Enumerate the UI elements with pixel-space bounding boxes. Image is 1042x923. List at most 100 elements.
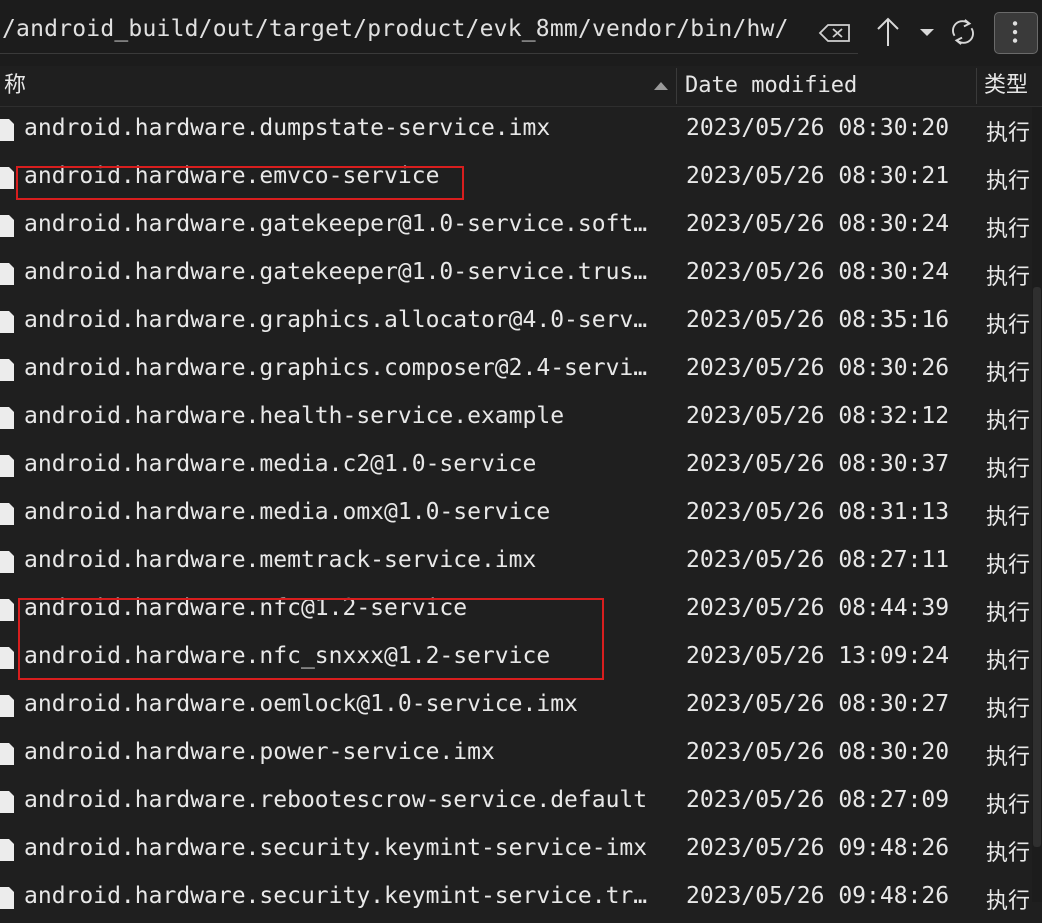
file-icon [0,599,14,621]
file-date: 2023/05/26 08:44:39 [686,595,950,621]
backspace-icon[interactable] [818,22,852,44]
file-date: 2023/05/26 08:30:21 [686,163,950,189]
file-name: android.hardware.graphics.composer@2.4-s… [24,355,648,381]
file-type: 执行 [986,217,1031,242]
file-type: 执行 [986,601,1031,626]
sort-ascending-icon [654,82,668,90]
file-icon [0,359,14,381]
file-name: android.hardware.media.c2@1.0-service [24,451,537,477]
file-date: 2023/05/26 13:09:24 [686,643,950,669]
file-icon [0,119,14,141]
column-separator[interactable] [976,68,977,104]
location-path[interactable]: /android_build/out/target/product/evk_8m… [2,16,789,42]
file-row[interactable]: android.hardware.security.keymint-servic… [0,827,1032,875]
file-date: 2023/05/26 09:48:26 [686,883,950,909]
file-type: 执行 [986,841,1031,866]
file-type: 执行 [986,409,1031,434]
file-date: 2023/05/26 08:30:20 [686,739,950,765]
column-separator[interactable] [676,68,677,104]
file-date: 2023/05/26 08:30:37 [686,451,950,477]
file-date: 2023/05/26 08:30:27 [686,691,950,717]
more-options-button[interactable] [994,12,1038,54]
file-row[interactable]: android.hardware.gatekeeper@1.0-service.… [0,251,1032,299]
file-type: 执行 [986,265,1031,290]
file-icon [0,647,14,669]
file-name: android.hardware.gatekeeper@1.0-service.… [24,211,648,237]
file-date: 2023/05/26 08:27:11 [686,547,950,573]
column-header: 称 Date modified 类型 [0,66,1042,107]
file-date: 2023/05/26 08:31:13 [686,499,950,525]
file-row[interactable]: android.hardware.dumpstate-service.imx 2… [0,107,1032,155]
file-name: android.hardware.dumpstate-service.imx [24,115,551,141]
file-icon [0,167,14,189]
file-icon [0,791,14,813]
file-icon [0,743,14,765]
column-name[interactable]: 称 [4,66,26,106]
file-date: 2023/05/26 08:30:24 [686,259,950,285]
file-icon [0,311,14,333]
file-row[interactable]: android.hardware.graphics.composer@2.4-s… [0,347,1032,395]
location-bar[interactable]: /android_build/out/target/product/evk_8m… [0,10,858,54]
file-type: 执行 [986,313,1031,338]
file-name: android.hardware.rebootescrow-service.de… [24,787,648,813]
vertical-scrollbar[interactable] [1032,107,1042,902]
file-row[interactable]: android.hardware.health-service.example … [0,395,1032,443]
file-date: 2023/05/26 08:27:09 [686,787,950,813]
highlight-box-emvco [16,166,464,200]
file-icon [0,887,14,909]
refresh-icon[interactable] [948,14,978,50]
up-arrow-icon[interactable] [873,14,903,50]
file-row[interactable]: android.hardware.media.omx@1.0-service 2… [0,491,1032,539]
file-name: android.hardware.memtrack-service.imx [24,547,537,573]
file-icon [0,455,14,477]
file-icon [0,407,14,429]
file-type: 执行 [986,121,1031,146]
file-date: 2023/05/26 08:35:16 [686,307,950,333]
file-name: android.hardware.gatekeeper@1.0-service.… [24,259,648,285]
file-type: 执行 [986,553,1031,578]
chevron-down-icon[interactable] [912,14,942,50]
file-type: 执行 [986,745,1031,770]
highlight-box-nfc [18,598,604,680]
file-icon [0,695,14,717]
file-type: 执行 [986,505,1031,530]
file-name: android.hardware.health-service.example [24,403,565,429]
file-icon [0,839,14,861]
more-vertical-icon [1012,21,1018,43]
file-date: 2023/05/26 08:30:24 [686,211,950,237]
column-type[interactable]: 类型 [984,66,1028,106]
file-date: 2023/05/26 09:48:26 [686,835,950,861]
file-type: 执行 [986,169,1031,194]
file-icon [0,503,14,525]
file-date: 2023/05/26 08:32:12 [686,403,950,429]
file-row[interactable]: android.hardware.graphics.allocator@4.0-… [0,299,1032,347]
file-date: 2023/05/26 08:30:20 [686,115,950,141]
file-name: android.hardware.media.omx@1.0-service [24,499,551,525]
file-row[interactable]: android.hardware.gatekeeper@1.0-service.… [0,203,1032,251]
file-row[interactable]: android.hardware.security.keymint-servic… [0,875,1032,923]
toolbar: /android_build/out/target/product/evk_8m… [0,0,1042,66]
file-row[interactable]: android.hardware.memtrack-service.imx 20… [0,539,1032,587]
file-icon [0,551,14,573]
file-type: 执行 [986,697,1031,722]
file-type: 执行 [986,649,1031,674]
column-date-modified[interactable]: Date modified [685,66,857,106]
scrollbar-thumb[interactable] [1033,287,1041,847]
file-list: android.hardware.dumpstate-service.imx 2… [0,107,1032,923]
file-type: 执行 [986,457,1031,482]
file-name: android.hardware.security.keymint-servic… [24,883,648,909]
file-row[interactable]: android.hardware.rebootescrow-service.de… [0,779,1032,827]
file-name: android.hardware.security.keymint-servic… [24,835,648,861]
file-row[interactable]: android.hardware.power-service.imx 2023/… [0,731,1032,779]
file-row[interactable]: android.hardware.oemlock@1.0-service.imx… [0,683,1032,731]
file-date: 2023/05/26 08:30:26 [686,355,950,381]
file-icon [0,263,14,285]
file-type: 执行 [986,889,1031,914]
file-name: android.hardware.graphics.allocator@4.0-… [24,307,648,333]
file-name: android.hardware.oemlock@1.0-service.imx [24,691,578,717]
file-name: android.hardware.power-service.imx [24,739,495,765]
file-icon [0,215,14,237]
file-type: 执行 [986,793,1031,818]
file-row[interactable]: android.hardware.media.c2@1.0-service 20… [0,443,1032,491]
file-type: 执行 [986,361,1031,386]
